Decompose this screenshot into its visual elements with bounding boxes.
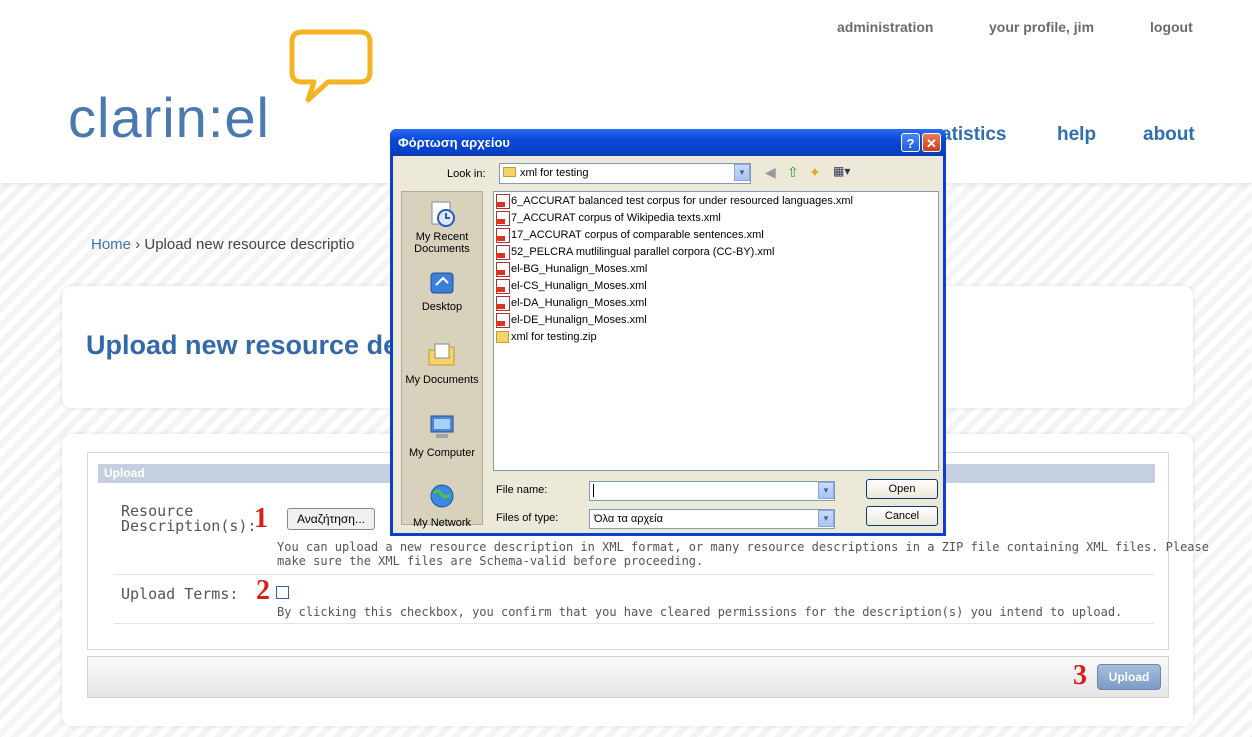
xml-file-icon <box>496 244 510 260</box>
chevron-down-icon[interactable]: ▼ <box>818 510 834 527</box>
recent-documents-icon <box>431 201 455 227</box>
my-network-icon <box>430 484 454 508</box>
files-of-type-label: Files of type: <box>496 512 559 524</box>
logout-link[interactable]: logout <box>1150 19 1193 35</box>
site-logo[interactable]: clarin:el <box>68 85 270 150</box>
look-in-dropdown[interactable]: xml for testing ▼ <box>499 163 751 184</box>
upload-terms-help-text: By clicking this checkbox, you confirm t… <box>277 605 1123 619</box>
row-divider <box>114 574 1154 575</box>
place-my-documents[interactable]: My Documents <box>402 337 482 386</box>
close-icon[interactable]: ✕ <box>922 133 941 152</box>
help-icon[interactable]: ? <box>901 133 920 152</box>
nav-about[interactable]: about <box>1143 124 1195 146</box>
look-in-label: Look in: <box>447 168 486 180</box>
chevron-down-icon[interactable]: ▼ <box>818 482 834 499</box>
dialog-title: Φόρτωση αρχείου <box>398 135 510 150</box>
chevron-down-icon[interactable]: ▼ <box>734 164 750 181</box>
folder-icon <box>503 167 516 177</box>
zip-folder-icon <box>496 331 509 344</box>
breadcrumb: Home › Upload new resource descriptio <box>91 236 354 253</box>
nav-help[interactable]: help <box>1057 124 1096 146</box>
files-of-type-dropdown[interactable]: Όλα τα αρχεία ▼ <box>589 509 835 529</box>
breadcrumb-home[interactable]: Home <box>91 236 131 253</box>
list-item[interactable]: 52_PELCRA mutlilingual parallel corpora … <box>496 244 775 260</box>
nav-statistics[interactable]: atistics <box>941 124 1006 146</box>
file-name-label: File name: <box>496 484 548 496</box>
resource-description-label: Resource Description(s): <box>121 502 257 535</box>
row-divider <box>114 623 1154 624</box>
xml-file-icon <box>496 210 510 226</box>
look-in-value: xml for testing <box>520 167 589 179</box>
upload-terms-label: Upload Terms: <box>121 585 239 603</box>
xml-file-icon <box>496 261 510 277</box>
up-folder-icon[interactable]: ⇧ <box>787 164 799 181</box>
place-label: My Computer <box>408 447 476 459</box>
browse-button[interactable]: Αναζήτηση... <box>287 508 375 530</box>
step-marker-1: 1 <box>254 503 268 534</box>
xml-file-icon <box>496 312 510 328</box>
place-label: My Recent Documents <box>414 231 470 255</box>
list-item[interactable]: 17_ACCURAT corpus of comparable sentence… <box>496 227 764 243</box>
list-item[interactable]: el-BG_Hunalign_Moses.xml <box>496 261 647 277</box>
file-upload-dialog: Φόρτωση αρχείου ? ✕ Look in: xml for tes… <box>390 129 946 536</box>
logo-speech-bubble-icon <box>289 29 373 103</box>
list-item[interactable]: 6_ACCURAT balanced test corpus for under… <box>496 193 853 209</box>
dialog-titlebar[interactable]: Φόρτωση αρχείου ? ✕ <box>390 129 946 156</box>
list-item[interactable]: el-CS_Hunalign_Moses.xml <box>496 278 647 294</box>
my-documents-icon <box>428 343 455 366</box>
file-list[interactable]: 6_ACCURAT balanced test corpus for under… <box>493 191 939 471</box>
breadcrumb-separator: › <box>135 236 141 253</box>
place-recent-documents[interactable]: My Recent Documents <box>402 200 482 255</box>
resource-help-text: You can upload a new resource descriptio… <box>277 540 1209 568</box>
xml-file-icon <box>496 278 510 294</box>
form-footer-bar <box>87 656 1169 698</box>
place-label: My Documents <box>405 374 479 386</box>
place-desktop[interactable]: Desktop <box>402 270 482 313</box>
cancel-button[interactable]: Cancel <box>866 506 938 526</box>
administration-link[interactable]: administration <box>837 19 933 35</box>
list-item[interactable]: el-DE_Hunalign_Moses.xml <box>496 312 647 328</box>
view-menu-icon[interactable]: ▦▾ <box>833 164 850 178</box>
list-item[interactable]: xml for testing.zip <box>496 329 597 345</box>
xml-file-icon <box>496 227 510 243</box>
open-button[interactable]: Open <box>866 479 938 499</box>
my-computer-icon <box>430 415 454 438</box>
files-of-type-value: Όλα τα αρχεία <box>594 513 663 525</box>
upload-button[interactable]: Upload <box>1097 664 1161 690</box>
file-name-input[interactable]: ▼ <box>589 481 835 501</box>
xml-file-icon <box>496 193 510 209</box>
place-label: My Network <box>412 517 472 529</box>
place-my-computer[interactable]: My Computer <box>402 410 482 459</box>
upload-terms-checkbox[interactable] <box>276 586 289 599</box>
list-item[interactable]: 7_ACCURAT corpus of Wikipedia texts.xml <box>496 210 721 226</box>
list-item[interactable]: el-DA_Hunalign_Moses.xml <box>496 295 647 311</box>
step-marker-3: 3 <box>1073 660 1087 691</box>
xml-file-icon <box>496 295 510 311</box>
breadcrumb-current: Upload new resource descriptio <box>144 236 355 253</box>
text-caret <box>593 484 594 497</box>
place-label: Desktop <box>421 301 463 313</box>
places-bar: My Recent Documents Desktop My Documents… <box>401 191 483 529</box>
new-folder-icon[interactable]: ✦ <box>809 164 821 181</box>
page-title: Upload new resource de <box>86 330 399 360</box>
profile-link[interactable]: your profile, jim <box>989 19 1094 35</box>
back-icon[interactable]: ◀ <box>765 164 776 181</box>
desktop-icon <box>430 272 454 294</box>
step-marker-2: 2 <box>256 575 270 606</box>
place-my-network[interactable]: My Network <box>402 480 482 529</box>
